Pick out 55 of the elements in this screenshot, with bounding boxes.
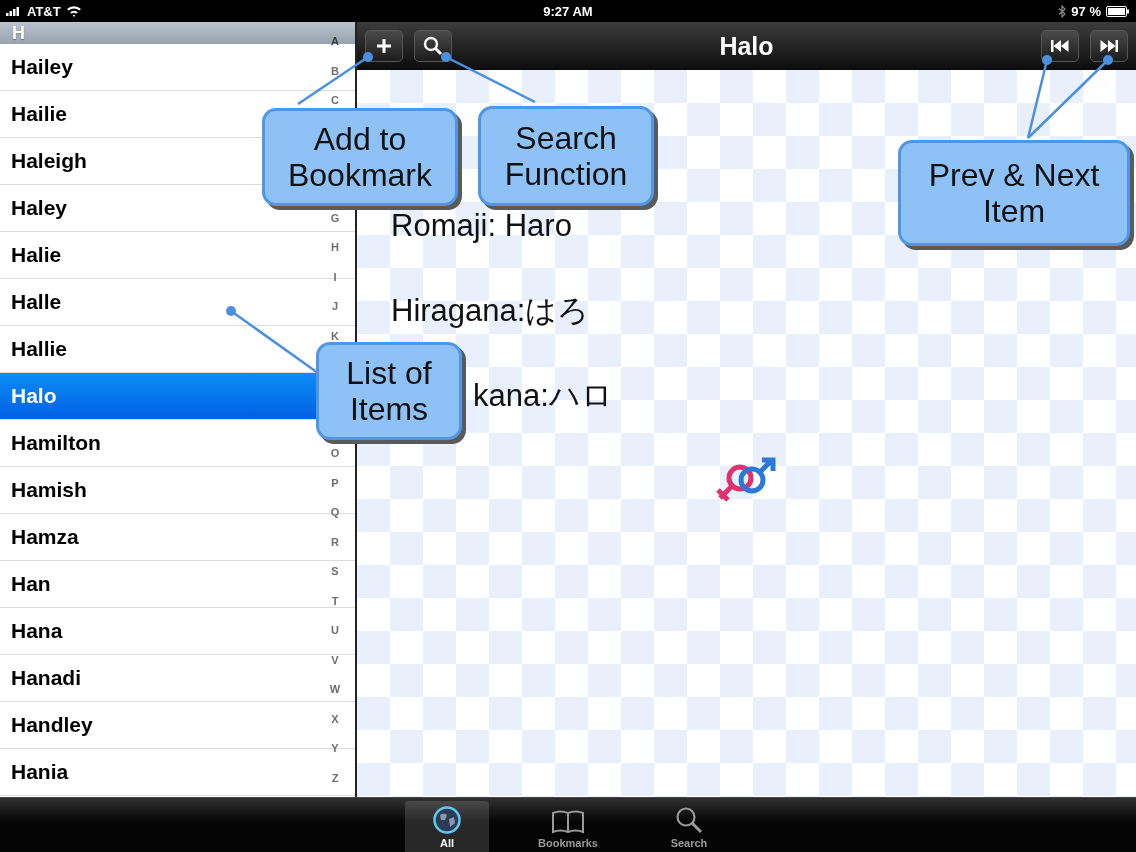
globe-icon	[432, 805, 462, 835]
index-letter[interactable]: P	[331, 468, 339, 498]
index-letter[interactable]: J	[331, 292, 339, 322]
index-letter[interactable]: U	[331, 616, 339, 646]
list-item[interactable]: Hamish	[0, 467, 310, 513]
index-letter[interactable]: T	[331, 586, 339, 616]
book-icon	[551, 809, 585, 835]
plus-icon	[376, 38, 392, 54]
all-tab[interactable]: All	[405, 801, 489, 852]
list-item[interactable]: Hallie	[0, 326, 310, 372]
status-time: 9:27 AM	[543, 3, 593, 19]
add-button[interactable]	[365, 30, 403, 62]
previous-button[interactable]	[1041, 30, 1079, 62]
index-letter[interactable]: W	[329, 675, 341, 705]
index-letter[interactable]: I	[333, 262, 337, 292]
signal-icon	[6, 6, 22, 16]
index-letter[interactable]: O	[330, 439, 340, 469]
index-letter[interactable]: Q	[330, 498, 340, 528]
index-letter[interactable]: X	[331, 704, 339, 734]
list-item[interactable]: Hailey	[0, 44, 310, 90]
index-letter[interactable]: V	[331, 645, 339, 675]
index-letter[interactable]: A	[331, 27, 339, 57]
index-letter[interactable]: R	[331, 527, 339, 557]
bluetooth-icon	[1058, 4, 1067, 18]
list-item[interactable]: Hanadi	[0, 655, 310, 701]
list-item[interactable]: Hania	[0, 749, 310, 795]
skip-forward-icon	[1099, 39, 1119, 53]
skip-back-icon	[1050, 39, 1070, 53]
battery-percent: 97 %	[1071, 3, 1101, 19]
reading-text: Romaji: Haro	[391, 208, 572, 244]
next-button[interactable]	[1090, 30, 1128, 62]
list-item[interactable]: Handley	[0, 702, 310, 748]
index-letter[interactable]: G	[330, 203, 340, 233]
nav-title: Halo	[719, 31, 774, 61]
list-item[interactable]: Halie	[0, 232, 310, 278]
battery-icon	[1106, 5, 1130, 17]
carrier-name: AT&T	[27, 3, 61, 19]
list-item[interactable]: Hamza	[0, 514, 310, 560]
index-letter[interactable]: Y	[331, 734, 339, 764]
index-letter[interactable]: B	[331, 56, 339, 86]
bookmarks-tab[interactable]: Bookmarks	[526, 801, 610, 852]
list-item[interactable]: Hana	[0, 608, 310, 654]
list-item[interactable]: Han	[0, 561, 310, 607]
wifi-icon	[65, 5, 82, 17]
reading-text: kana:ハロ	[473, 378, 613, 414]
search-icon	[423, 36, 443, 56]
list-item[interactable]: Halle	[0, 279, 310, 325]
search-icon	[674, 805, 704, 835]
index-letter[interactable]: S	[331, 557, 339, 587]
index-letter[interactable]: Z	[331, 763, 339, 793]
reading-text: Hiragana:はろ	[391, 293, 590, 329]
search-tab[interactable]: Search	[647, 801, 731, 852]
search-button[interactable]	[414, 30, 452, 62]
list-item[interactable]: Hamilton	[0, 420, 310, 466]
index-letter[interactable]: H	[331, 233, 339, 263]
